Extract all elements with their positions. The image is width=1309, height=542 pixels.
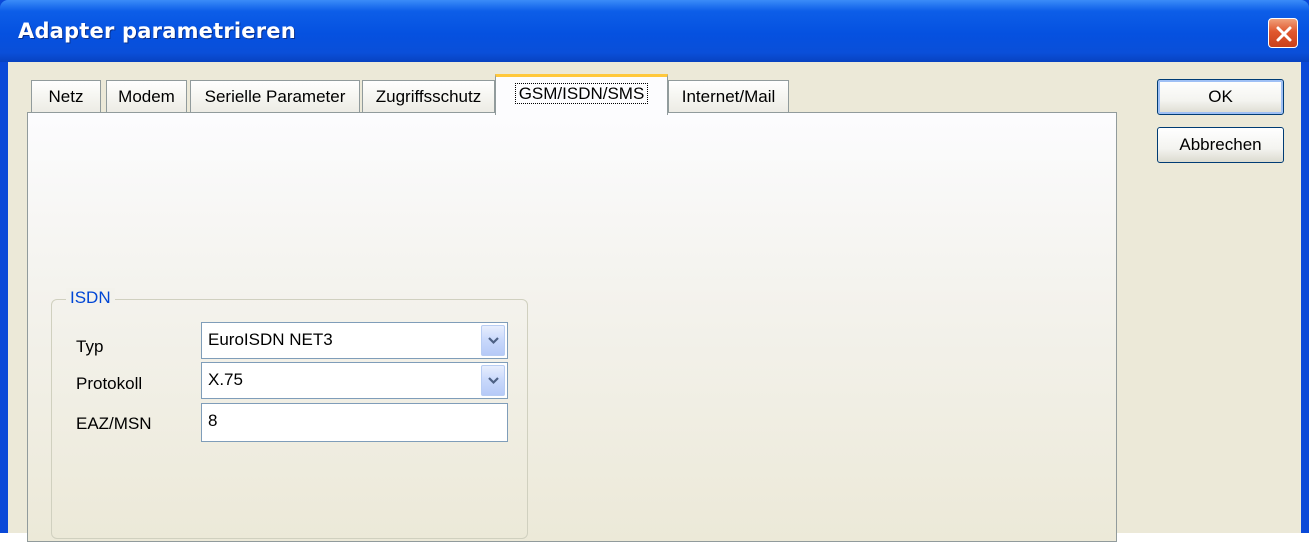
tab-modem[interactable]: Modem xyxy=(106,80,187,113)
protokoll-dropdown-button[interactable] xyxy=(481,365,505,396)
eaz-msn-label: EAZ/MSN xyxy=(76,414,152,433)
tab-label: Serielle Parameter xyxy=(204,87,346,106)
tab-serielle-parameter[interactable]: Serielle Parameter xyxy=(190,80,360,113)
group-title: ISDN xyxy=(66,288,115,308)
tab-label: Netz xyxy=(48,87,84,106)
tab-gsm-isdn-sms[interactable]: GSM/ISDN/SMS xyxy=(495,74,668,115)
chevron-down-icon xyxy=(488,377,499,385)
tab-zugriffsschutz[interactable]: Zugriffsschutz xyxy=(362,80,495,113)
eaz-msn-input[interactable]: 8 xyxy=(201,403,508,442)
tab-netz[interactable]: Netz xyxy=(31,80,101,113)
protokoll-value: X.75 xyxy=(208,370,243,389)
window-title: Adapter parametrieren xyxy=(18,19,296,43)
tab-label: Modem xyxy=(118,87,175,106)
close-icon xyxy=(1276,26,1292,42)
tab-internet-mail[interactable]: Internet/Mail xyxy=(668,80,789,113)
protokoll-select[interactable]: X.75 xyxy=(201,362,508,399)
chevron-down-icon xyxy=(488,337,499,345)
tab-label: Internet/Mail xyxy=(681,87,776,106)
typ-select[interactable]: EuroISDN NET3 xyxy=(201,322,508,359)
cancel-button[interactable]: Abbrechen xyxy=(1157,127,1284,163)
dialog-window: Adapter parametrieren Netz Modem Seriell… xyxy=(0,0,1309,542)
typ-value: EuroISDN NET3 xyxy=(208,330,333,349)
typ-dropdown-button[interactable] xyxy=(481,325,505,356)
close-button[interactable] xyxy=(1268,18,1298,48)
ok-button[interactable]: OK xyxy=(1157,79,1284,115)
eaz-msn-value: 8 xyxy=(208,411,218,430)
protokoll-label: Protokoll xyxy=(76,374,143,393)
tab-label: Zugriffsschutz xyxy=(375,87,482,106)
typ-label: Typ xyxy=(76,337,104,356)
dialog-client-area: Netz Modem Serielle Parameter Zugriffssc… xyxy=(8,62,1301,542)
title-bar[interactable]: Adapter parametrieren xyxy=(0,0,1309,62)
tab-label: GSM/ISDN/SMS xyxy=(514,83,649,104)
